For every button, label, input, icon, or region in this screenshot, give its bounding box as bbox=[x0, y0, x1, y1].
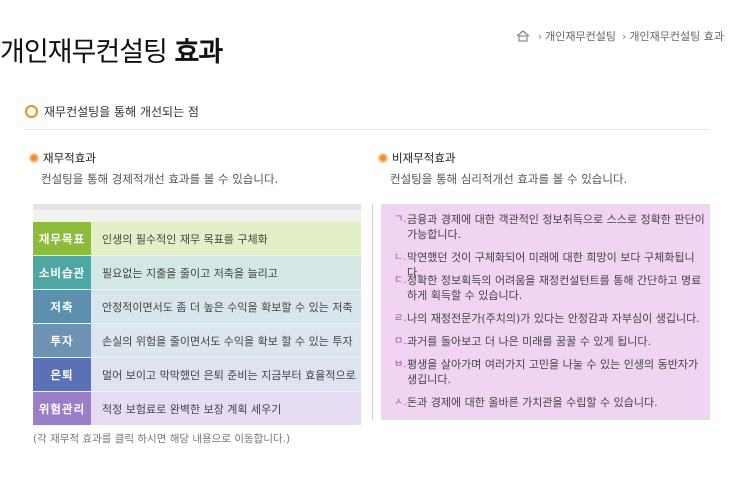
chevron-right-icon: › bbox=[537, 29, 543, 43]
divider bbox=[24, 129, 710, 130]
table-row[interactable]: 투자 손실의 위험을 줄이면서도 수익을 확보 할 수 있는 투자 bbox=[33, 324, 361, 357]
breadcrumb-item-effect[interactable]: 개인재무컨설팅 효과 bbox=[629, 28, 724, 44]
circle-bullet-icon bbox=[25, 105, 38, 118]
breadcrumb-item-consulting[interactable]: 개인재무컨설팅 bbox=[545, 28, 616, 44]
financial-effects-table: 재무목표 인생의 필수적인 재무 목표를 구체화 소비습관 필요없는 지출을 줄… bbox=[33, 204, 361, 425]
row-label-retirement[interactable]: 은퇴 bbox=[33, 358, 91, 391]
list-item: ㅅ. 돈과 경제에 대한 올바른 가치관을 수립할 수 있습니다. bbox=[394, 396, 658, 409]
dot-bullet-icon bbox=[378, 153, 388, 163]
row-text: 손실의 위험을 줄이면서도 수익을 확보 할 수 있는 투자 bbox=[91, 324, 361, 357]
table-row[interactable]: 소비습관 필요없는 지출을 줄이고 저축을 늘리고 bbox=[33, 256, 361, 289]
table-row[interactable]: 저축 안정적이면서도 좀 더 높은 수익을 확보할 수 있는 저축 bbox=[33, 290, 361, 323]
financial-heading: 재무적효과 bbox=[29, 150, 96, 166]
table-row[interactable]: 은퇴 멀어 보이고 막막했던 은퇴 준비는 지금부터 효율적으로 bbox=[33, 358, 361, 391]
row-label-goal[interactable]: 재무목표 bbox=[33, 222, 91, 255]
financial-desc: 컨설팅을 통해 경제적개선 효과를 볼 수 있습니다. bbox=[41, 172, 279, 186]
list-item: ㄱ. 금융과 경제에 대한 객관적인 정보취득으로 스스로 정확한 판단이 가능… bbox=[394, 213, 705, 241]
row-text: 적정 보험료로 완벽한 보장 계획 세우기 bbox=[91, 392, 361, 425]
table-row[interactable]: 재무목표 인생의 필수적인 재무 목표를 구체화 bbox=[33, 222, 361, 255]
breadcrumb: › 개인재무컨설팅 › 개인재무컨설팅 효과 bbox=[516, 28, 724, 44]
dot-bullet-icon bbox=[29, 153, 39, 163]
list-item: ㅂ. 평생을 살아가며 여러가지 고민을 나눌 수 있는 인생의 동반자가 생깁… bbox=[394, 358, 699, 386]
nonfinancial-effects-box: ㄱ. 금융과 경제에 대한 객관적인 정보취득으로 스스로 정확한 판단이 가능… bbox=[381, 204, 710, 420]
row-label-saving[interactable]: 저축 bbox=[33, 290, 91, 323]
chevron-right-icon: › bbox=[622, 29, 627, 43]
row-text: 안정적이면서도 좀 더 높은 수익을 확보할 수 있는 저축 bbox=[91, 290, 361, 323]
table-row[interactable]: 위험관리 적정 보험료로 완벽한 보장 계획 세우기 bbox=[33, 392, 361, 425]
row-label-risk[interactable]: 위험관리 bbox=[33, 392, 91, 425]
click-hint-note: (각 재무적 효과를 클릭 하시면 해당 내용으로 이동합니다.) bbox=[33, 433, 291, 445]
divider bbox=[372, 204, 373, 420]
list-item: ㄹ. 나의 재정전문가(주치의)가 있다는 안정감과 자부심이 생깁니다. bbox=[394, 312, 700, 325]
home-icon[interactable] bbox=[516, 30, 530, 42]
row-label-spending[interactable]: 소비습관 bbox=[33, 256, 91, 289]
list-item: ㄷ. 정확한 정보획득의 어려움을 재정컨설턴트를 통해 간단하고 명료하게 획… bbox=[394, 274, 702, 302]
row-text: 인생의 필수적인 재무 목표를 구체화 bbox=[91, 222, 361, 255]
row-text: 필요없는 지출을 줄이고 저축을 늘리고 bbox=[91, 256, 361, 289]
list-item: ㅁ. 과거를 돌아보고 더 나은 미래를 꿈꿀 수 있게 됩니다. bbox=[394, 335, 651, 348]
page-title: 개인재무컨설팅 효과 bbox=[0, 37, 223, 68]
nonfinancial-desc: 컨설팅을 통해 심리적개선 효과를 볼 수 있습니다. bbox=[390, 172, 628, 186]
section-heading: 재무컨설팅을 통해 개선되는 점 bbox=[25, 103, 199, 120]
row-label-investment[interactable]: 투자 bbox=[33, 324, 91, 357]
nonfinancial-heading: 비재무적효과 bbox=[378, 150, 455, 166]
row-text: 멀어 보이고 막막했던 은퇴 준비는 지금부터 효율적으로 bbox=[91, 358, 361, 391]
